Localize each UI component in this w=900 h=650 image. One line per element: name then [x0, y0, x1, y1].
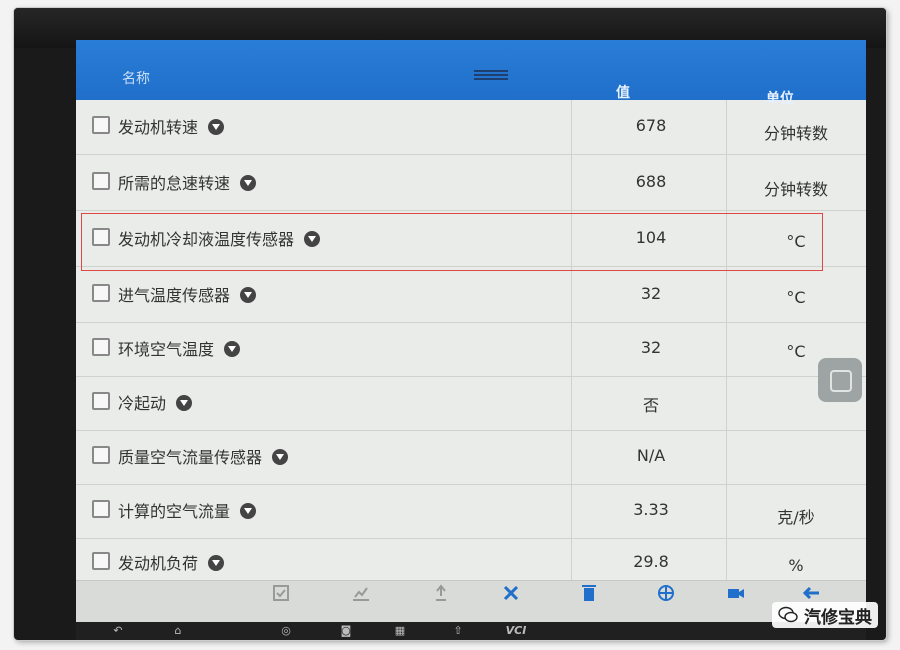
back-icon[interactable]: ↶ — [106, 624, 130, 638]
expand-arrow-icon[interactable] — [224, 341, 241, 357]
parameter-name: 发动机转速 — [118, 118, 199, 137]
row-checkbox[interactable] — [92, 552, 110, 570]
graph-icon — [353, 587, 369, 601]
clear-data-icon — [582, 585, 596, 601]
expand-arrow-icon[interactable] — [208, 119, 225, 135]
parameter-value: 678 — [635, 116, 667, 135]
parameter-unit: 分钟转数 — [763, 180, 828, 199]
watermark-text: 汽修宝典 — [804, 607, 872, 628]
vci-label[interactable]: VCI — [496, 624, 536, 638]
photo-frame: 名称 值 单位 发动机转速 678 分钟转数 所需的怠速转速 688 分钟转数 … — [14, 8, 886, 640]
parameter-unit: 克/秒 — [777, 508, 815, 527]
check-icon — [273, 585, 289, 601]
toolbar-button-pin[interactable] — [411, 583, 471, 605]
row-checkbox[interactable] — [92, 446, 110, 464]
back-arrow-icon — [802, 586, 819, 600]
highlight-box — [81, 213, 823, 271]
parameter-value: N/A — [636, 446, 666, 465]
device-brand-logo — [74, 20, 144, 38]
expand-arrow-icon[interactable] — [272, 449, 289, 465]
parameter-value: 32 — [640, 284, 662, 303]
table-row[interactable]: 冷起动 否 — [76, 376, 866, 431]
square-icon — [830, 370, 852, 392]
table-row[interactable]: 所需的怠速转速 688 分钟转数 — [76, 156, 866, 211]
expand-arrow-icon[interactable] — [240, 287, 257, 303]
data-stream-screen: 名称 值 单位 发动机转速 678 分钟转数 所需的怠速转速 688 分钟转数 … — [76, 40, 866, 640]
expand-arrow-icon[interactable] — [240, 503, 257, 519]
table-row[interactable]: 计算的空气流量 3.33 克/秒 — [76, 484, 866, 539]
table-header: 名称 值 单位 — [76, 40, 866, 107]
floating-menu-button[interactable] — [818, 358, 862, 402]
toolbar-button-settings[interactable] — [481, 583, 541, 605]
parameter-unit: 分钟转数 — [763, 124, 828, 143]
toolbar-button-check[interactable] — [251, 583, 311, 605]
column-header-name[interactable]: 名称 — [122, 68, 150, 88]
parameter-name: 计算的空气流量 — [118, 502, 231, 521]
parameter-name: 环境空气温度 — [118, 340, 215, 359]
row-checkbox[interactable] — [92, 338, 110, 356]
camera-icon[interactable]: ◙ — [334, 624, 358, 638]
table-row[interactable]: 发动机转速 678 分钟转数 — [76, 100, 866, 155]
expand-arrow-icon[interactable] — [176, 395, 193, 411]
parameter-value: 688 — [635, 172, 667, 191]
toolbar-button-freeze[interactable] — [636, 583, 696, 605]
table-row[interactable]: 质量空气流量传感器 N/A — [76, 430, 866, 485]
parameter-value: 32 — [640, 338, 662, 357]
record-icon — [728, 589, 744, 598]
up-icon[interactable]: ⇧ — [446, 624, 470, 638]
bottom-toolbar — [76, 580, 866, 623]
toolbar-button-clear[interactable] — [559, 583, 619, 605]
drag-handle[interactable] — [474, 68, 508, 82]
wechat-icon — [778, 606, 798, 623]
parameter-name: 进气温度传感器 — [118, 286, 231, 305]
parameter-name: 发动机负荷 — [118, 554, 199, 573]
toolbar-button-record[interactable] — [706, 583, 766, 605]
parameter-value: 否 — [642, 396, 659, 415]
parameter-name: 质量空气流量传感器 — [118, 448, 263, 467]
row-checkbox[interactable] — [92, 172, 110, 190]
parameter-name: 所需的怠速转速 — [118, 174, 231, 193]
parameter-unit: °C — [786, 288, 806, 307]
row-checkbox[interactable] — [92, 500, 110, 518]
row-checkbox[interactable] — [92, 116, 110, 134]
column-header-value[interactable]: 值 — [616, 82, 630, 102]
row-checkbox[interactable] — [92, 392, 110, 410]
row-checkbox[interactable] — [92, 284, 110, 302]
toolbar-button-graph[interactable] — [331, 583, 391, 605]
parameter-value: 29.8 — [633, 552, 669, 571]
table-row[interactable]: 环境空气温度 32 °C — [76, 322, 866, 377]
table-row[interactable]: 进气温度传感器 32 °C — [76, 268, 866, 323]
apps-icon[interactable]: ▦ — [388, 624, 412, 638]
parameter-unit: % — [788, 556, 804, 575]
freeze-icon — [658, 585, 674, 601]
parameter-name: 冷起动 — [118, 394, 167, 413]
settings-tools-icon — [503, 585, 519, 601]
pin-icon — [436, 584, 446, 601]
home-icon[interactable]: ⌂ — [166, 624, 190, 638]
expand-arrow-icon[interactable] — [208, 555, 225, 571]
chrome-icon[interactable]: ◎ — [274, 624, 298, 638]
expand-arrow-icon[interactable] — [240, 175, 257, 191]
system-nav-bar: ↶ ⌂ ◎ ◙ ▦ ⇧ VCI — [76, 622, 866, 640]
parameter-value: 3.33 — [633, 500, 669, 519]
watermark: 汽修宝典 — [772, 602, 878, 628]
